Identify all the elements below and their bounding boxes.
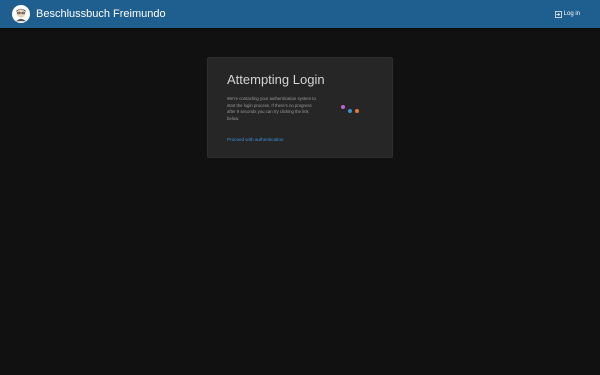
loading-dot-3 (355, 109, 359, 113)
login-label: Log in (563, 11, 580, 17)
loading-dot-1 (341, 105, 345, 109)
avatar-logo-icon[interactable] (12, 5, 30, 23)
login-icon (554, 10, 562, 18)
top-navigation-bar: Beschlussbuch Freimundo Log in (0, 0, 600, 28)
card-title: Attempting Login (227, 72, 325, 87)
app-title[interactable]: Beschlussbuch Freimundo (36, 7, 166, 21)
proceed-authentication-link[interactable]: Proceed with authentication (227, 137, 283, 143)
loading-dot-2 (348, 109, 352, 113)
login-button[interactable]: Log in (554, 9, 580, 19)
login-status-card: Attempting Login We're contacting your a… (207, 57, 393, 158)
status-message: We're contacting your authentication sys… (227, 96, 316, 121)
